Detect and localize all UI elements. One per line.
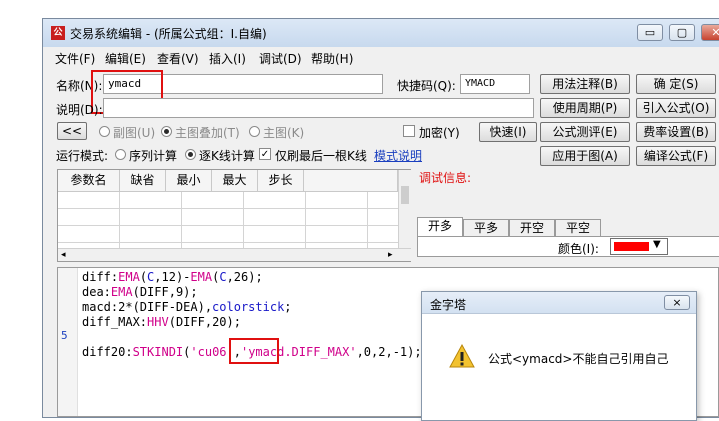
dropdown-arrow-icon[interactable]: ▼ bbox=[653, 239, 661, 250]
debug-info-label: 调试信息: bbox=[419, 171, 472, 185]
radio-per-bar-calc-label: 逐K线计算 bbox=[199, 149, 255, 163]
color-label: 颜色(I): bbox=[558, 242, 599, 256]
param-horizontal-scrollbar[interactable]: ◂ ▸ bbox=[58, 248, 411, 261]
shortcut-input[interactable]: YMACD bbox=[460, 74, 530, 94]
radio-main-chart[interactable] bbox=[249, 126, 260, 137]
quick-test-button[interactable]: 快速(I) bbox=[479, 122, 537, 142]
radio-series-calc[interactable] bbox=[115, 149, 126, 160]
encrypt-checkbox[interactable] bbox=[403, 125, 415, 137]
menu-debug[interactable]: 调试(D) bbox=[259, 50, 302, 67]
menu-help[interactable]: 帮助(H) bbox=[311, 50, 353, 67]
param-header-blank bbox=[304, 170, 398, 192]
radio-sub-chart[interactable] bbox=[99, 126, 110, 137]
usage-period-button[interactable]: 使用周期(P) bbox=[540, 98, 630, 118]
description-input[interactable] bbox=[103, 98, 534, 118]
tab-open-long[interactable]: 开多 bbox=[417, 217, 463, 237]
radio-main-overlay[interactable] bbox=[161, 126, 172, 137]
gutter-line-number: 5 bbox=[61, 329, 68, 342]
param-scroll-thumb[interactable] bbox=[401, 186, 409, 204]
warning-icon bbox=[449, 344, 475, 368]
radio-main-overlay-label: 主图叠加(T) bbox=[175, 126, 240, 140]
close-button[interactable]: ✕ bbox=[701, 24, 719, 41]
code-line: diff:EMA(C,12)-EMA(C,26); bbox=[82, 270, 263, 284]
usage-notes-button[interactable]: 用法注释(B) bbox=[540, 74, 630, 94]
scroll-left-icon[interactable]: ◂ bbox=[61, 249, 66, 261]
tab-open-short[interactable]: 开空 bbox=[509, 219, 555, 237]
code-line: macd:2*(DIFF-DEA),colorstick; bbox=[82, 300, 292, 314]
radio-main-chart-label: 主图(K) bbox=[263, 126, 305, 140]
debug-panel: 开多 平多 开空 平空 颜色(I): ▼ bbox=[417, 215, 719, 257]
param-header-max: 最大 bbox=[212, 170, 258, 192]
mode-help-link[interactable]: 模式说明 bbox=[374, 147, 422, 164]
debug-tab-content: 颜色(I): ▼ bbox=[417, 236, 719, 257]
dialog-message: 公式<ymacd>不能自己引用自己 bbox=[488, 352, 669, 366]
title-bar[interactable]: 公 交易系统编辑 - (所属公式组：I.自编) ▭ ▢ ✕ bbox=[43, 19, 719, 47]
menu-file[interactable]: 文件(F) bbox=[55, 50, 95, 67]
collapse-button[interactable]: << bbox=[57, 122, 87, 140]
ymacd-highlight-box bbox=[229, 338, 279, 364]
menu-insert[interactable]: 插入(I) bbox=[209, 50, 246, 67]
fee-settings-button[interactable]: 费率设置(B) bbox=[636, 122, 716, 142]
dialog-title: 金字塔 bbox=[430, 298, 467, 312]
maximize-button[interactable]: ▢ bbox=[669, 24, 695, 41]
refresh-last-checkbox[interactable]: ✓ bbox=[259, 148, 271, 160]
formula-test-button[interactable]: 公式测评(E) bbox=[540, 122, 630, 142]
param-header-name: 参数名 bbox=[58, 170, 120, 192]
scroll-right-icon[interactable]: ▸ bbox=[388, 249, 393, 261]
radio-sub-chart-label: 副图(U) bbox=[113, 126, 156, 140]
menu-view[interactable]: 查看(V) bbox=[157, 50, 199, 67]
param-header-min: 最小 bbox=[166, 170, 212, 192]
param-table-rows[interactable] bbox=[58, 192, 398, 248]
tab-close-long[interactable]: 平多 bbox=[463, 219, 509, 237]
dialog-close-button[interactable]: × bbox=[664, 295, 690, 310]
import-formula-button[interactable]: 引入公式(O) bbox=[636, 98, 716, 118]
param-header-default: 缺省 bbox=[120, 170, 166, 192]
refresh-last-label: 仅刷最后一根K线 bbox=[275, 149, 367, 163]
dialog-title-bar[interactable]: 金字塔 × bbox=[422, 292, 696, 314]
color-select[interactable]: ▼ bbox=[610, 238, 668, 255]
code-line: dea:EMA(DIFF,9); bbox=[82, 285, 198, 299]
tab-close-short[interactable]: 平空 bbox=[555, 219, 601, 237]
encrypt-label: 加密(Y) bbox=[419, 126, 460, 140]
error-dialog: 金字塔 × 公式<ymacd>不能自己引用自己 bbox=[421, 291, 697, 421]
description-label: 说明(D): bbox=[56, 103, 103, 117]
shortcut-label: 快捷码(Q): bbox=[397, 79, 456, 93]
param-header-step: 步长 bbox=[258, 170, 304, 192]
parameter-table: 参数名 缺省 最小 最大 步长 ◂ ▸ bbox=[57, 169, 411, 262]
minimize-button[interactable]: ▭ bbox=[637, 24, 663, 41]
formula-app-icon: 公 bbox=[51, 26, 65, 40]
ok-button[interactable]: 确 定(S) bbox=[636, 74, 716, 94]
code-gutter: 5 bbox=[58, 268, 78, 416]
radio-series-calc-label: 序列计算 bbox=[129, 149, 178, 163]
param-vertical-scrollbar[interactable] bbox=[398, 170, 411, 248]
color-swatch bbox=[614, 242, 649, 251]
code-line: diff_MAX:HHV(DIFF,20); bbox=[82, 315, 241, 329]
apply-to-chart-button[interactable]: 应用于图(A) bbox=[540, 146, 630, 166]
menu-bar: 文件(F) 编辑(E) 查看(V) 插入(I) 调试(D) 帮助(H) bbox=[43, 48, 719, 67]
compile-formula-button[interactable]: 编译公式(F) bbox=[636, 146, 716, 166]
run-mode-label: 运行模式: bbox=[56, 149, 109, 163]
window-title: 交易系统编辑 - (所属公式组：I.自编) bbox=[70, 27, 267, 41]
radio-per-bar-calc[interactable] bbox=[185, 149, 196, 160]
menu-edit[interactable]: 编辑(E) bbox=[105, 50, 146, 67]
